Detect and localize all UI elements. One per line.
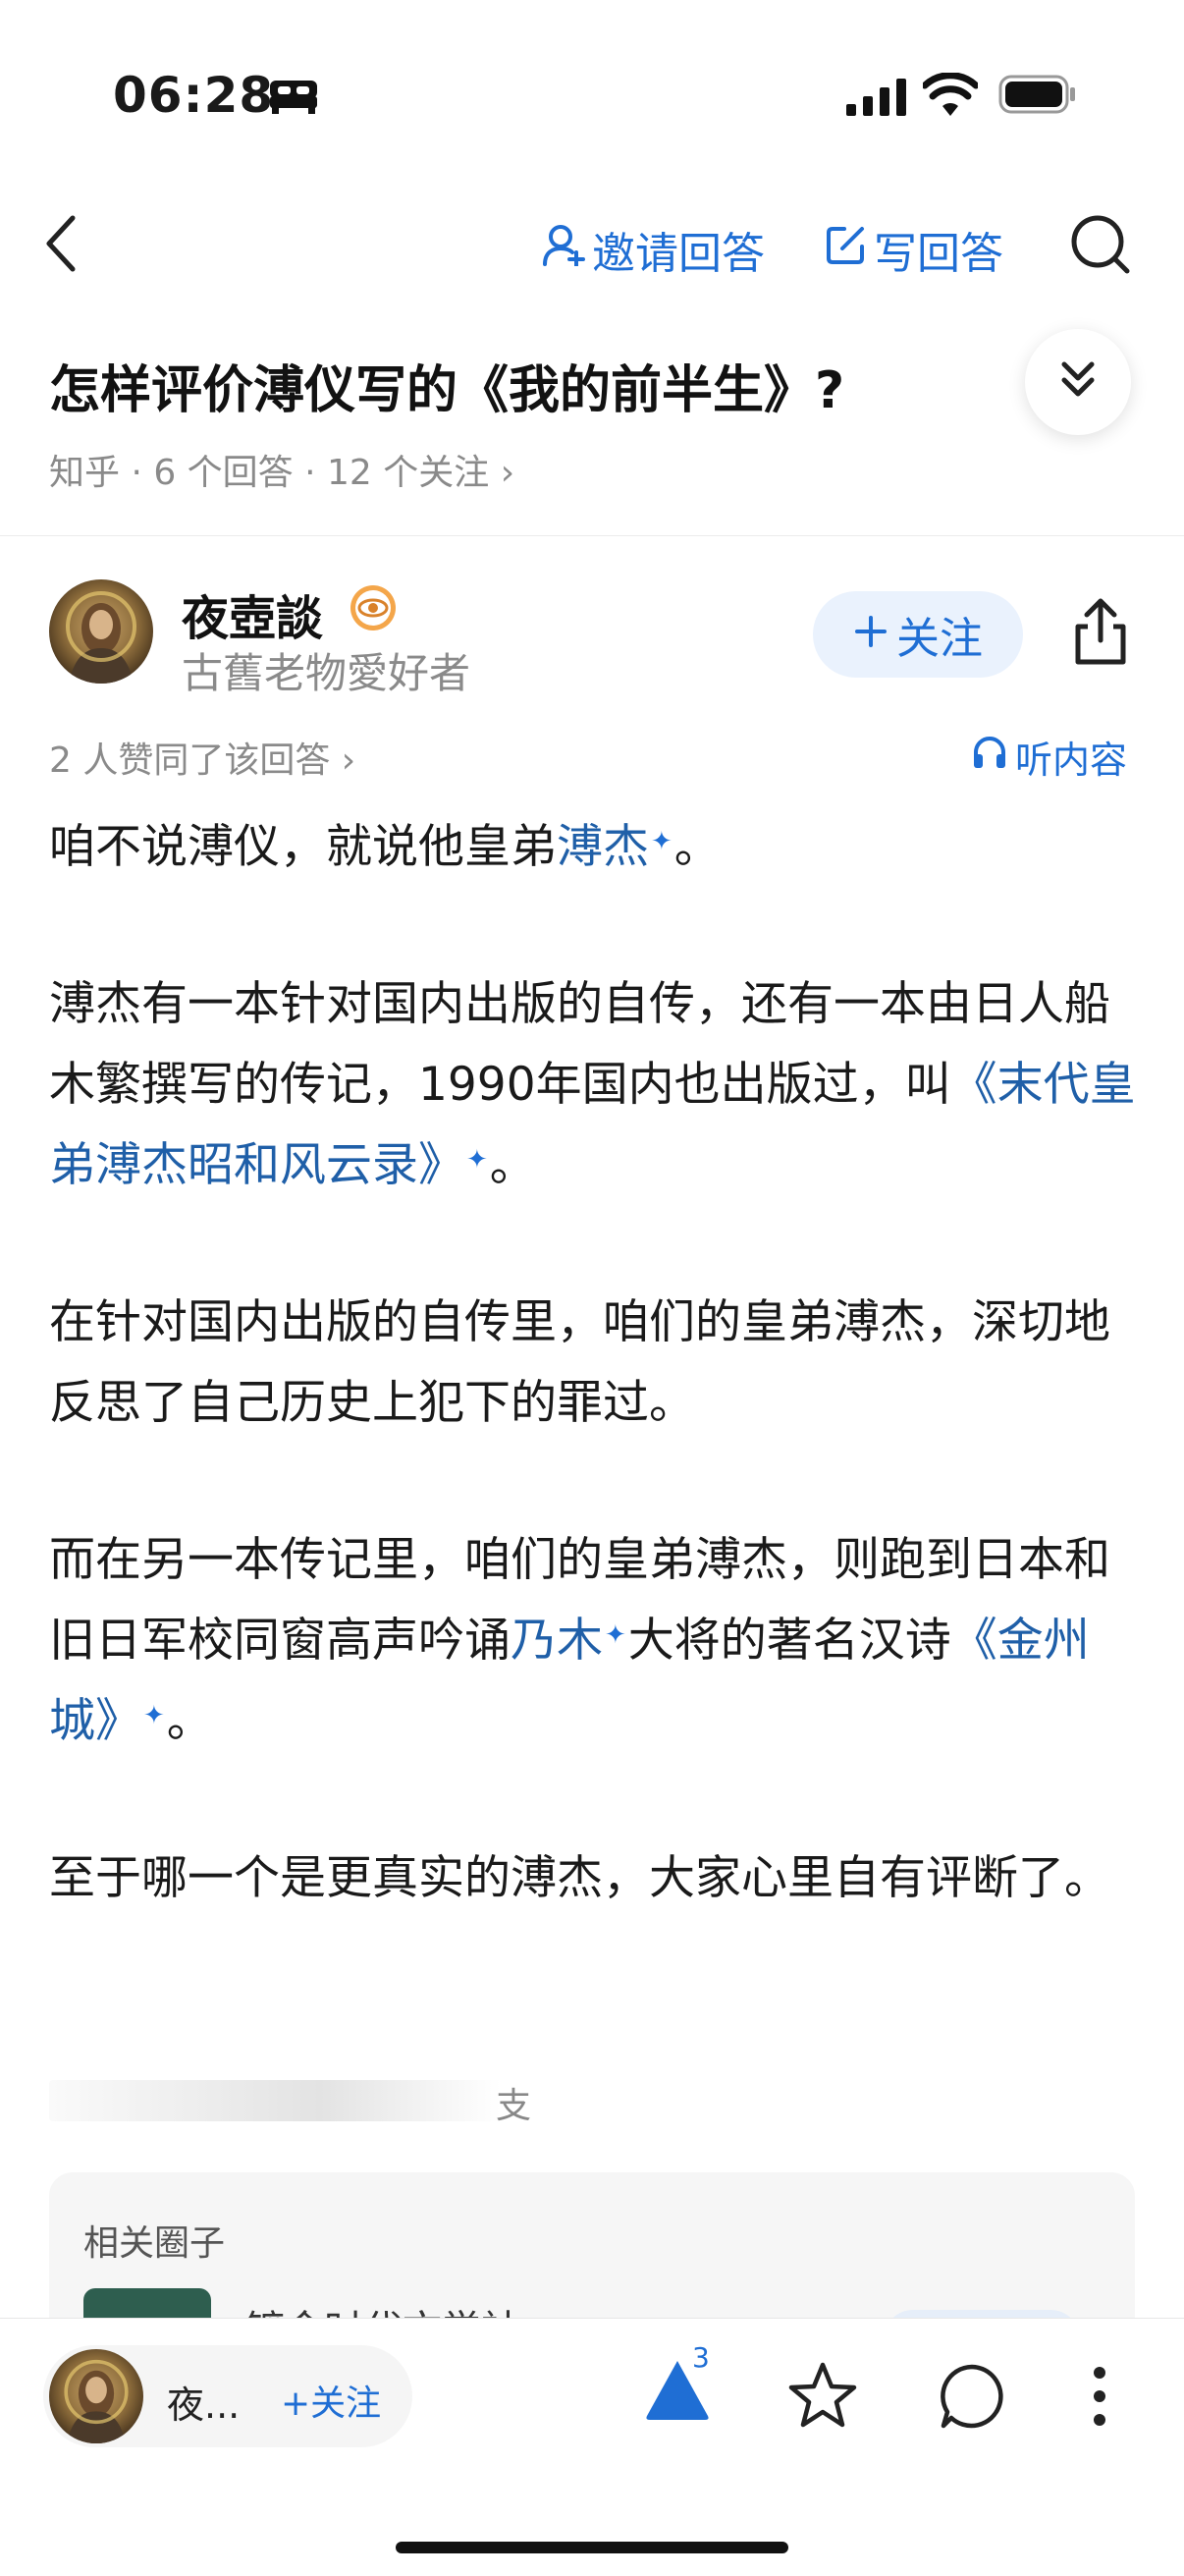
answer-body: 咱不说溥仪，就说他皇弟溥杰✦。 溥杰有一本针对国内出版的自传，还有一本由日人船木… [49,807,1139,1996]
text: 。 [673,820,721,874]
likes-count[interactable]: 2 人赞同了该回答 › [49,732,355,783]
upvote-count: 3 [692,2341,710,2374]
edit-icon [825,223,868,277]
star-icon[interactable] [787,2361,858,2434]
battery-icon [998,75,1077,118]
avatar[interactable] [49,579,153,684]
invite-answer-label: 邀请回答 [592,229,765,279]
related-circle-title: 相关圈子 [83,2223,226,2264]
upvote-button[interactable] [643,2355,722,2434]
share-icon[interactable] [1070,597,1131,672]
invite-answer-button[interactable]: 邀请回答 [543,218,765,281]
double-chevron-down-icon [1058,358,1098,406]
search-icon[interactable] [1070,214,1133,281]
link-nogi[interactable]: 乃木 [511,1614,603,1668]
bottom-author-name[interactable]: 夜... [167,2375,240,2429]
bed-icon [268,79,319,118]
badge-icon [349,583,398,636]
paragraph: 溥杰有一本针对国内出版的自传，还有一本由日人船木繁撰写的传记，1990年国内也出… [49,964,1139,1206]
author-bio: 古舊老物愛好者 [182,649,471,697]
more-icon[interactable] [1092,2365,1107,2432]
text: 咱不说溥仪，就说他皇弟 [49,820,557,874]
sparkle-icon: ✦ [466,1145,488,1175]
listen-label: 听内容 [1015,739,1128,782]
comment-icon[interactable] [938,2363,1006,2436]
faded-footer-line [49,2080,501,2121]
home-indicator [396,2542,788,2553]
write-answer-label: 写回答 [874,229,1003,279]
headphones-icon [972,735,1007,779]
text: 。 [489,1138,536,1192]
plus-icon [853,610,888,660]
question-meta[interactable]: 知乎 · 6 个回答 · 12 个关注 › [49,444,514,495]
text: 。 [166,1694,213,1748]
header-divider [0,535,1184,536]
bottom-avatar[interactable] [49,2349,143,2443]
signal-icon [846,79,907,120]
bottom-follow-button[interactable]: +关注 [281,2375,381,2426]
follow-label: 关注 [896,614,983,664]
sparkle-icon: ✦ [605,1620,626,1650]
author-name[interactable]: 夜壺談 [182,579,323,648]
question-title[interactable]: 怎样评价溥仪写的《我的前半生》? [49,349,844,422]
paragraph: 咱不说溥仪，就说他皇弟溥杰✦。 [49,807,1139,888]
wifi-icon [921,72,980,120]
write-answer-button[interactable]: 写回答 [825,218,1003,281]
status-time: 06:28 [113,67,275,124]
sparkle-icon: ✦ [651,827,673,856]
text: 大将的著名汉诗 [627,1614,951,1668]
faded-footer-char: 支 [496,2086,532,2126]
listen-button[interactable]: 听内容 [972,730,1127,784]
paragraph: 至于哪一个是更真实的溥杰，大家心里自有评断了。 [49,1851,1110,1905]
link-pujie[interactable]: 溥杰 [557,820,649,874]
upvote-triangle-icon [643,2361,712,2428]
sparkle-icon: ✦ [143,1701,165,1730]
paragraph: 而在另一本传记里，咱们的皇弟溥杰，则跑到日本和旧日军校同窗高声吟诵乃木✦大将的著… [49,1520,1139,1762]
paragraph: 在针对国内出版的自传里，咱们的皇弟溥杰，深切地反思了自己历史上犯下的罪过。 [49,1295,1110,1430]
follow-button[interactable]: 关注 [813,591,1023,678]
collapse-button[interactable] [1025,329,1131,435]
invite-user-icon [543,223,586,277]
back-button[interactable] [41,214,81,277]
